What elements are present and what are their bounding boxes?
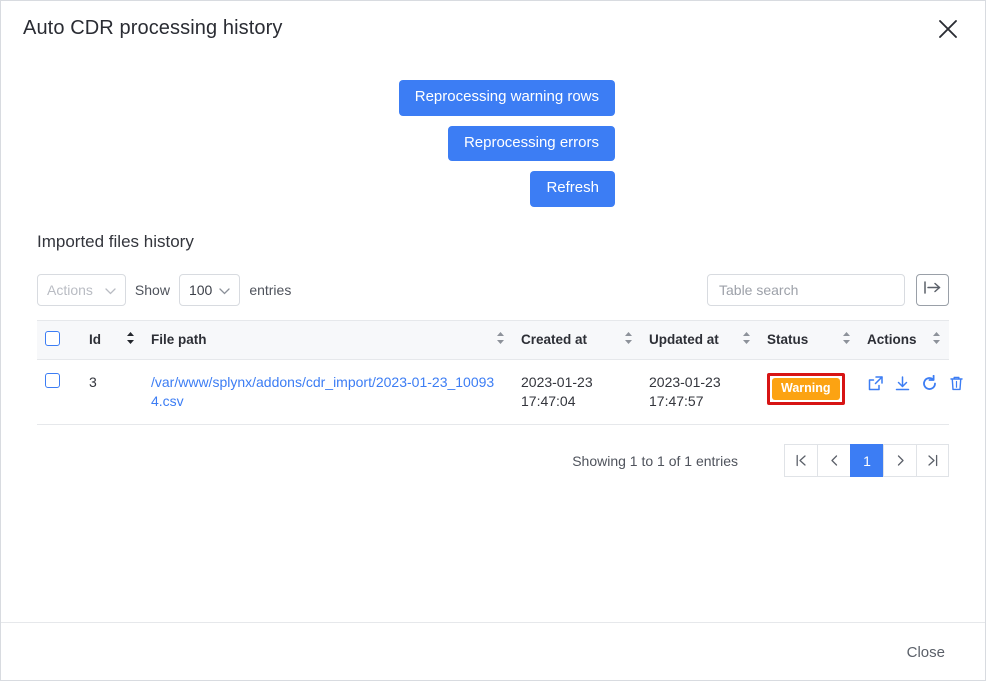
table-toolbar: Actions Show 100 entries [37, 273, 949, 306]
dialog-header: Auto CDR processing history [1, 1, 985, 56]
column-header-created-at[interactable]: Created at [513, 319, 641, 360]
pagination-page-1[interactable]: 1 [850, 444, 883, 478]
showing-entries-text: Showing 1 to 1 of 1 entries [572, 452, 738, 469]
row-action-icons [867, 373, 963, 392]
cell-updated-at: 2023-01-23 17:47:57 [641, 359, 759, 426]
column-header-actions[interactable]: Actions [859, 319, 949, 360]
dialog-body: Reprocessing warning rows Reprocessing e… [1, 56, 985, 622]
table-body: 3 /var/www/splynx/addons/cdr_import/2023… [37, 359, 963, 426]
column-header-status[interactable]: Status [759, 319, 859, 360]
section-title: Imported files history [37, 231, 194, 251]
column-label: Status [767, 332, 809, 347]
cell-actions [859, 359, 963, 426]
reprocessing-errors-button[interactable]: Reprocessing errors [447, 125, 615, 161]
table-footer: Showing 1 to 1 of 1 entries 1 [37, 444, 949, 478]
actions-dropdown-label: Actions [47, 281, 93, 298]
page-length-value: 100 [188, 281, 213, 298]
row-checkbox[interactable] [45, 372, 60, 388]
show-label: Show [134, 281, 170, 298]
column-header-updated-at[interactable]: Updated at [641, 319, 759, 360]
cell-id: 3 [81, 359, 143, 426]
table-header-row: Id File path Created at Updated at Statu… [37, 319, 949, 360]
row-select-cell [37, 359, 81, 426]
actions-dropdown[interactable]: Actions [37, 273, 126, 306]
external-link-icon[interactable] [867, 375, 884, 392]
dialog-footer: Close [1, 622, 985, 680]
sort-icon [126, 331, 135, 348]
column-label: Actions [867, 332, 917, 347]
imported-files-table: Id File path Created at Updated at Statu… [37, 319, 963, 426]
cell-status: Warning [759, 359, 859, 426]
pagination-first-button[interactable] [784, 444, 817, 478]
select-all-checkbox[interactable] [45, 330, 60, 346]
refresh-icon[interactable] [921, 374, 938, 392]
reprocessing-warning-rows-button[interactable]: Reprocessing warning rows [398, 80, 615, 116]
cell-file-path: /var/www/splynx/addons/cdr_import/2023-0… [143, 359, 513, 426]
page-title: Auto CDR processing history [23, 17, 283, 39]
table-header: Id File path Created at Updated at Statu… [37, 319, 949, 360]
pagination-last-button[interactable] [916, 444, 949, 478]
sort-icon [842, 331, 851, 348]
status-badge: Warning [772, 377, 840, 401]
pagination-prev-button[interactable] [817, 444, 850, 478]
sort-icon [496, 331, 505, 348]
download-icon[interactable] [894, 375, 911, 392]
table-row: 3 /var/www/splynx/addons/cdr_import/2023… [37, 359, 963, 426]
sort-icon [624, 331, 633, 348]
reprocess-button-stack: Reprocessing warning rows Reprocessing e… [37, 56, 615, 207]
column-label: Updated at [649, 332, 719, 347]
auto-cdr-history-dialog: Auto CDR processing history Reprocessing… [0, 0, 986, 681]
page-length-dropdown[interactable]: 100 [178, 273, 241, 306]
close-x-icon[interactable] [933, 14, 963, 44]
status-highlight-box: Warning [767, 372, 845, 406]
cell-created-at: 2023-01-23 17:47:04 [513, 359, 641, 426]
column-label: File path [151, 332, 207, 347]
column-label: Created at [521, 332, 588, 347]
toolbar-right-group [707, 273, 949, 306]
pagination: 1 [784, 444, 949, 478]
file-path-link[interactable]: /var/www/splynx/addons/cdr_import/2023-0… [151, 374, 494, 409]
entries-label: entries [249, 281, 292, 298]
export-button[interactable] [916, 273, 949, 306]
column-header-file-path[interactable]: File path [143, 319, 513, 360]
sort-icon [932, 331, 941, 348]
search-input[interactable] [707, 273, 905, 306]
trash-icon[interactable] [948, 375, 965, 392]
column-label: Id [89, 332, 101, 347]
close-button[interactable]: Close [903, 638, 949, 667]
chevron-down-icon [219, 282, 230, 298]
export-arrow-icon [923, 280, 942, 300]
chevron-down-icon [105, 282, 116, 298]
refresh-button[interactable]: Refresh [530, 171, 615, 207]
column-header-id[interactable]: Id [81, 319, 143, 360]
select-all-header [37, 319, 81, 360]
sort-icon [742, 331, 751, 348]
pagination-next-button[interactable] [883, 444, 916, 478]
